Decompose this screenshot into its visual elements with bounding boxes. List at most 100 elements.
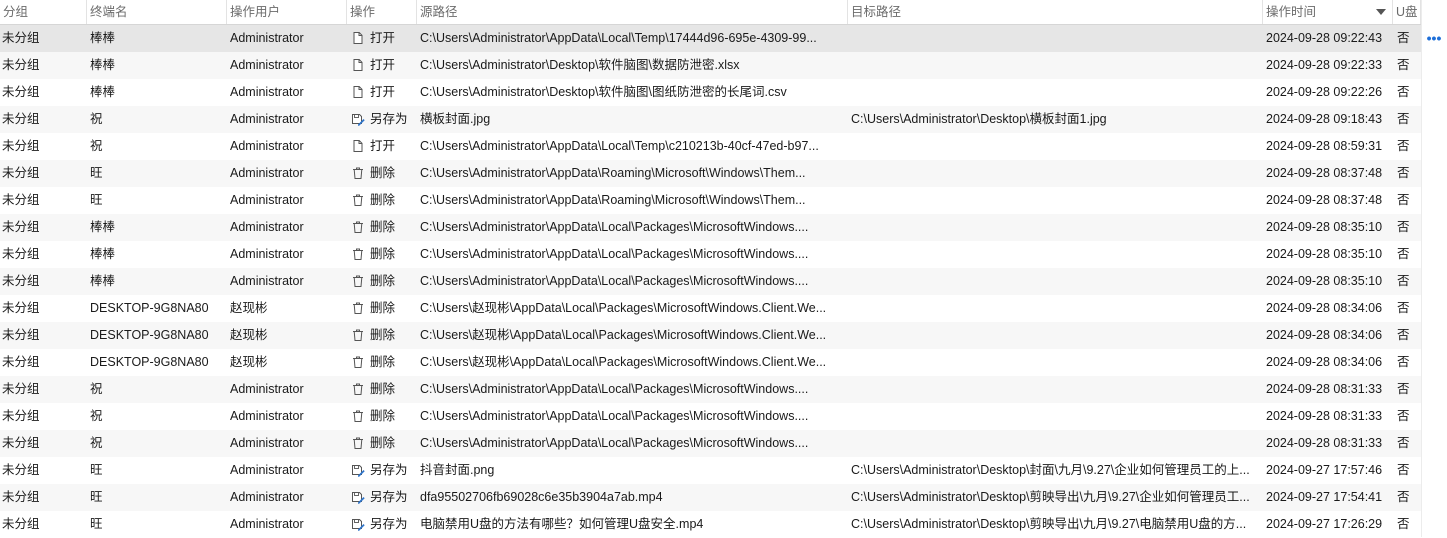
cell-user: Administrator bbox=[230, 463, 304, 477]
cell-operation: 另存为 bbox=[351, 106, 414, 133]
cell-time: 2024-09-28 09:22:43 bbox=[1266, 31, 1383, 45]
cell-terminal: 旺 bbox=[90, 490, 103, 504]
table-row[interactable]: 未分组 DESKTOP-9G8NA80 赵现彬 删除 C:\Users\赵现彬\AppD… bbox=[0, 322, 1421, 349]
cell-time: 2024-09-28 08:35:10 bbox=[1266, 274, 1383, 288]
cell-operation: 删除 bbox=[351, 376, 414, 403]
cell-group: 未分组 bbox=[2, 58, 40, 72]
cell-user: Administrator bbox=[230, 247, 304, 261]
cell-usb: 否 bbox=[1397, 166, 1410, 180]
save-as-icon bbox=[351, 514, 365, 531]
col-header-user[interactable]: 操作用户 bbox=[226, 0, 346, 24]
col-header-terminal[interactable]: 终端名 bbox=[86, 0, 226, 24]
cell-target-path bbox=[851, 349, 1261, 376]
cell-user: Administrator bbox=[230, 274, 304, 288]
cell-source-path: dfa95502706fb69028c6e35b3904a7ab.mp4 bbox=[420, 490, 663, 504]
file-log-grid: 分组 终端名 操作用户 操作 源路径 目标路径 操作时间 U盘 ••• 未分组棒… bbox=[0, 0, 1447, 537]
table-row[interactable]: 未分组 祝 Administrator 删除 C:\Users\Administrato… bbox=[0, 403, 1421, 430]
file-open-icon bbox=[351, 55, 365, 71]
cell-operation: 删除 bbox=[351, 187, 414, 214]
cell-user: Administrator bbox=[230, 490, 304, 504]
cell-user: Administrator bbox=[230, 139, 304, 153]
table-row[interactable]: 未分组 棒棒 Administrator 删除 C:\Users\Administrat… bbox=[0, 214, 1421, 241]
table-row[interactable]: 未分组 祝 Administrator 删除 C:\Users\Administrato… bbox=[0, 430, 1421, 457]
cell-time: 2024-09-28 08:34:06 bbox=[1266, 301, 1383, 315]
cell-source-path: 横板封面.jpg bbox=[420, 112, 491, 126]
table-row[interactable]: 未分组 旺 Administrator 另存为 dfa95502706fb69028c6… bbox=[0, 484, 1421, 511]
cell-usb: 否 bbox=[1397, 463, 1410, 477]
cell-time: 2024-09-28 08:59:31 bbox=[1266, 139, 1383, 153]
table-row[interactable]: 未分组 棒棒 Administrator 删除 C:\Users\Administrat… bbox=[0, 268, 1421, 295]
cell-target-path bbox=[851, 133, 1261, 160]
cell-group: 未分组 bbox=[2, 193, 40, 207]
table-row[interactable]: 未分组 旺 Administrator 删除 C:\Users\Administrato… bbox=[0, 160, 1421, 187]
cell-target-path: C:\Users\Administrator\Desktop\横板封面1.jpg bbox=[851, 112, 1107, 126]
cell-terminal: DESKTOP-9G8NA80 bbox=[90, 328, 209, 342]
table-row[interactable]: 未分组 棒棒 Administrator 打开 C:\Users\Administrat… bbox=[0, 52, 1421, 79]
cell-terminal: 旺 bbox=[90, 463, 103, 477]
cell-source-path: 电脑禁用U盘的方法有哪些？如何管理U盘安全.mp4 bbox=[420, 517, 704, 531]
col-header-source[interactable]: 源路径 bbox=[416, 0, 847, 24]
cell-terminal: 棒棒 bbox=[90, 274, 116, 288]
cell-source-path: C:\Users\Administrator\AppData\Local\Tem… bbox=[420, 139, 819, 153]
col-header-target[interactable]: 目标路径 bbox=[847, 0, 1262, 24]
col-header-group[interactable]: 分组 bbox=[0, 0, 86, 24]
table-row[interactable]: 未分组 DESKTOP-9G8NA80 赵现彬 删除 C:\Users\赵现彬\AppD… bbox=[0, 295, 1421, 322]
table-row[interactable]: 未分组 棒棒 Administrator 打开 C:\Users\Administrat… bbox=[0, 25, 1421, 52]
cell-time: 2024-09-28 08:34:06 bbox=[1266, 355, 1383, 369]
cell-usb: 否 bbox=[1397, 31, 1410, 45]
table-row[interactable]: 未分组 旺 Administrator 另存为 抖音封面.png C:\Users\Adm… bbox=[0, 457, 1421, 484]
cell-usb: 否 bbox=[1397, 85, 1410, 99]
cell-group: 未分组 bbox=[2, 328, 40, 342]
cell-usb: 否 bbox=[1397, 220, 1410, 234]
cell-user: Administrator bbox=[230, 58, 304, 72]
cell-target-path bbox=[851, 214, 1261, 241]
cell-terminal: 棒棒 bbox=[90, 220, 116, 234]
table-row[interactable]: 未分组 祝 Administrator 删除 C:\Users\Administrato… bbox=[0, 376, 1421, 403]
table-row[interactable]: 未分组 祝 Administrator 另存为 横板封面.jpg C:\Users\Adm… bbox=[0, 106, 1421, 133]
cell-target-path bbox=[851, 25, 1261, 52]
col-header-source-label: 源路径 bbox=[420, 5, 458, 19]
more-options-icon[interactable]: ••• bbox=[1425, 31, 1443, 45]
save-as-icon bbox=[351, 109, 365, 126]
delete-icon bbox=[351, 244, 365, 260]
cell-target-path bbox=[851, 322, 1261, 349]
cell-target-path bbox=[851, 241, 1261, 268]
col-header-target-label: 目标路径 bbox=[851, 5, 902, 19]
cell-operation: 删除 bbox=[351, 322, 414, 349]
cell-time: 2024-09-28 08:37:48 bbox=[1266, 193, 1383, 207]
cell-time: 2024-09-27 17:54:41 bbox=[1266, 490, 1383, 504]
cell-group: 未分组 bbox=[2, 517, 40, 531]
cell-source-path: C:\Users\Administrator\AppData\Local\Pac… bbox=[420, 436, 809, 450]
cell-usb: 否 bbox=[1397, 193, 1410, 207]
cell-usb: 否 bbox=[1397, 139, 1410, 153]
delete-icon bbox=[351, 271, 365, 287]
cell-target-path bbox=[851, 160, 1261, 187]
cell-operation-label: 另存为 bbox=[370, 112, 408, 126]
cell-operation: 另存为 bbox=[351, 484, 414, 511]
cell-group: 未分组 bbox=[2, 301, 40, 315]
cell-terminal: 旺 bbox=[90, 166, 103, 180]
cell-usb: 否 bbox=[1397, 112, 1410, 126]
table-row[interactable]: 未分组 棒棒 Administrator 删除 C:\Users\Administrat… bbox=[0, 241, 1421, 268]
delete-icon bbox=[351, 406, 365, 422]
cell-source-path: C:\Users\Administrator\AppData\Roaming\M… bbox=[420, 166, 806, 180]
cell-operation-label: 删除 bbox=[370, 220, 396, 234]
cell-time: 2024-09-28 09:22:33 bbox=[1266, 58, 1383, 72]
table-row[interactable]: 未分组 祝 Administrator 打开 C:\Users\Administrato… bbox=[0, 133, 1421, 160]
cell-user: Administrator bbox=[230, 436, 304, 450]
col-header-time[interactable]: 操作时间 bbox=[1262, 0, 1392, 24]
table-row[interactable]: 未分组 旺 Administrator 另存为 电脑禁用U盘的方法有哪些？如何管理U盘安… bbox=[0, 511, 1421, 538]
cell-operation-label: 删除 bbox=[370, 274, 396, 288]
cell-source-path: C:\Users\Administrator\AppData\Local\Pac… bbox=[420, 274, 809, 288]
cell-terminal: 祝 bbox=[90, 112, 103, 126]
col-header-usb[interactable]: U盘 bbox=[1392, 0, 1421, 24]
cell-group: 未分组 bbox=[2, 220, 40, 234]
cell-target-path: C:\Users\Administrator\Desktop\剪映导出\九月\9… bbox=[851, 517, 1247, 531]
col-header-operation[interactable]: 操作 bbox=[346, 0, 416, 24]
table-row[interactable]: 未分组 旺 Administrator 删除 C:\Users\Administrato… bbox=[0, 187, 1421, 214]
table-row[interactable]: 未分组 棒棒 Administrator 打开 C:\Users\Administrat… bbox=[0, 79, 1421, 106]
cell-source-path: C:\Users\赵现彬\AppData\Local\Packages\Micr… bbox=[420, 355, 827, 369]
cell-usb: 否 bbox=[1397, 301, 1410, 315]
table-row[interactable]: 未分组 DESKTOP-9G8NA80 赵现彬 删除 C:\Users\赵现彬\AppD… bbox=[0, 349, 1421, 376]
cell-operation: 删除 bbox=[351, 430, 414, 457]
